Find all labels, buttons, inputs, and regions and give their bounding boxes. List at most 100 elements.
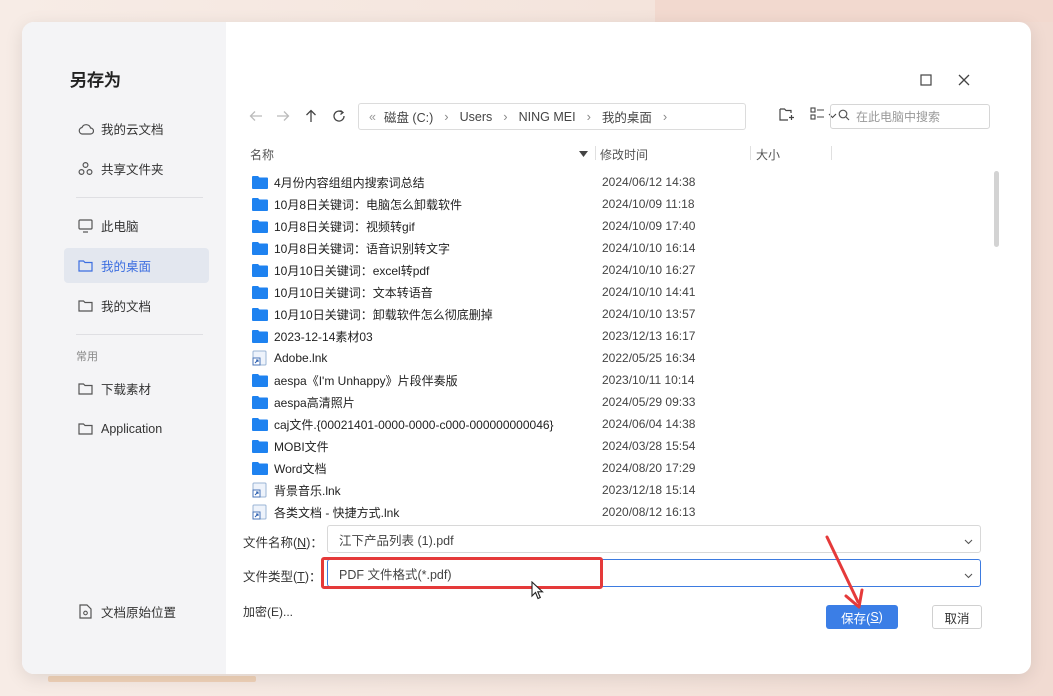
cancel-button[interactable]: 取消: [932, 605, 982, 629]
sidebar-item-application[interactable]: Application: [64, 411, 209, 446]
file-name: aespa高清照片: [274, 395, 355, 410]
main-panel: « 磁盘 (C:) › Users › NING MEI › 我的桌面 › 在此…: [226, 22, 1031, 674]
folder-icon: [252, 438, 270, 454]
file-modified-date: 2023/12/18 15:14: [602, 483, 696, 497]
scrollbar-thumb[interactable]: [994, 171, 999, 247]
chevron-right-icon: ›: [586, 109, 591, 124]
computer-icon: [77, 217, 94, 234]
file-row[interactable]: aespa高清照片 2024/05/29 09:33: [246, 391, 994, 413]
file-name: 4月份内容组组内搜索词总结: [274, 175, 425, 190]
sidebar-item-my-documents[interactable]: 我的文档: [64, 288, 209, 323]
file-row[interactable]: 10月10日关键词：文本转语音 2024/10/10 14:41: [246, 281, 994, 303]
chevron-right-icon[interactable]: ›: [663, 109, 667, 124]
up-arrow-icon[interactable]: [302, 107, 320, 125]
sidebar-divider: [76, 197, 203, 198]
file-row[interactable]: Adobe.lnk 2022/05/25 16:34: [246, 347, 994, 369]
folder-icon: [252, 394, 270, 410]
file-row[interactable]: 2023-12-14素材03 2023/12/13 16:17: [246, 325, 994, 347]
file-row[interactable]: 10月8日关键词：语音识别转文字 2024/10/10 16:14: [246, 237, 994, 259]
column-header-modified[interactable]: 修改时间: [600, 146, 648, 163]
background-accent: [48, 676, 256, 682]
file-modified-date: 2024/10/10 16:27: [602, 263, 696, 277]
sidebar-item-label: 此电脑: [101, 220, 139, 234]
chevron-down-icon[interactable]: [964, 568, 973, 582]
file-name: 10月8日关键词：视频转gif: [274, 219, 415, 234]
close-button[interactable]: [956, 72, 972, 88]
file-row[interactable]: 10月10日关键词：excel转pdf 2024/10/10 16:27: [246, 259, 994, 281]
column-separator[interactable]: [831, 146, 832, 160]
sidebar-item-this-pc[interactable]: 此电脑: [64, 208, 209, 243]
search-icon: [838, 109, 850, 124]
search-box[interactable]: [830, 104, 990, 129]
file-row[interactable]: 各类文档 - 快捷方式.lnk 2020/08/12 16:13: [246, 501, 994, 521]
folder-icon: [252, 328, 270, 344]
search-input[interactable]: [856, 109, 976, 124]
chevron-down-icon[interactable]: [964, 534, 973, 548]
sidebar-item-download-materials[interactable]: 下载素材: [64, 371, 209, 406]
breadcrumb-item[interactable]: Users: [460, 110, 493, 124]
file-row[interactable]: MOBI文件 2024/03/28 15:54: [246, 435, 994, 457]
save-as-dialog: 另存为 我的云文档 共享文件夹 此电脑 我的桌面 我的文档 常用 下载素材 Ap…: [22, 22, 1031, 674]
sort-down-icon[interactable]: [579, 146, 588, 160]
sidebar-item-shared-folder[interactable]: 共享文件夹: [64, 151, 209, 186]
sidebar: 另存为 我的云文档 共享文件夹 此电脑 我的桌面 我的文档 常用 下载素材 Ap…: [22, 22, 226, 674]
file-modified-date: 2024/10/10 13:57: [602, 307, 696, 321]
list-view-icon: [810, 107, 825, 123]
file-row[interactable]: aespa《I'm Unhappy》片段伴奏版 2023/10/11 10:14: [246, 369, 994, 391]
dialog-title: 另存为: [70, 71, 121, 90]
file-row[interactable]: 10月8日关键词：视频转gif 2024/10/09 17:40: [246, 215, 994, 237]
file-name: 10月10日关键词：文本转语音: [274, 285, 433, 300]
sidebar-item-label: 我的云文档: [101, 123, 164, 137]
file-name: caj文件.{00021401-0000-0000-c000-000000000…: [274, 417, 554, 432]
sidebar-item-my-desktop[interactable]: 我的桌面: [64, 248, 209, 283]
file-row[interactable]: caj文件.{00021401-0000-0000-c000-000000000…: [246, 413, 994, 435]
filename-field[interactable]: 江下产品列表 (1).pdf: [327, 525, 981, 553]
breadcrumb-item[interactable]: 我的桌面: [602, 107, 652, 126]
new-folder-icon: [779, 107, 795, 124]
file-modified-date: 2024/03/28 15:54: [602, 439, 696, 453]
new-folder-button[interactable]: [779, 107, 795, 124]
sidebar-item-cloud-docs[interactable]: 我的云文档: [64, 111, 209, 146]
folder-icon: [77, 380, 94, 397]
file-modified-date: 2024/10/10 14:41: [602, 285, 696, 299]
breadcrumb-item[interactable]: 磁盘 (C:): [384, 107, 433, 126]
scrollbar[interactable]: [994, 171, 1000, 521]
file-modified-date: 2024/08/20 17:29: [602, 461, 696, 475]
share-folder-icon: [77, 160, 94, 177]
chevron-right-icon: ›: [503, 109, 508, 124]
file-row[interactable]: 10月8日关键词：电脑怎么卸载软件 2024/10/09 11:18: [246, 193, 994, 215]
document-location-icon: [77, 603, 94, 620]
folder-icon: [252, 218, 270, 234]
file-modified-date: 2024/06/12 14:38: [602, 175, 696, 189]
file-row[interactable]: 4月份内容组组内搜索词总结 2024/06/12 14:38: [246, 171, 994, 193]
annotation-highlight-box: [321, 557, 603, 589]
file-modified-date: 2024/10/09 11:18: [602, 197, 695, 211]
folder-icon: [252, 196, 270, 212]
column-separator[interactable]: [595, 146, 596, 160]
file-modified-date: 2024/06/04 14:38: [602, 417, 696, 431]
chevron-right-icon: ›: [444, 109, 449, 124]
breadcrumb-item[interactable]: NING MEI: [519, 110, 576, 124]
address-bar[interactable]: « 磁盘 (C:) › Users › NING MEI › 我的桌面 ›: [358, 103, 746, 130]
encrypt-link[interactable]: 加密(E)...: [243, 603, 293, 620]
file-name: aespa《I'm Unhappy》片段伴奏版: [274, 373, 458, 388]
shortcut-icon: [252, 482, 270, 498]
maximize-button[interactable]: [918, 72, 934, 88]
forward-arrow-icon[interactable]: [274, 107, 292, 125]
section-label-common: 常用: [76, 351, 98, 363]
back-arrow-icon[interactable]: [247, 107, 265, 125]
chevron-left-double-icon[interactable]: «: [369, 110, 376, 124]
file-row[interactable]: 背景音乐.lnk 2023/12/18 15:14: [246, 479, 994, 501]
filename-value[interactable]: 江下产品列表 (1).pdf: [339, 530, 454, 549]
file-row[interactable]: Word文档 2024/08/20 17:29: [246, 457, 994, 479]
sidebar-item-label: 我的文档: [101, 300, 152, 314]
file-row[interactable]: 10月10日关键词：卸载软件怎么彻底删掉 2024/10/10 13:57: [246, 303, 994, 325]
column-header-name[interactable]: 名称: [250, 146, 274, 163]
refresh-icon[interactable]: [330, 107, 348, 125]
mouse-cursor-icon: [531, 581, 544, 600]
column-header-size[interactable]: 大小: [756, 146, 780, 163]
background-accent: [655, 0, 1053, 22]
column-separator[interactable]: [750, 146, 751, 160]
sidebar-item-original-location[interactable]: 文档原始位置: [64, 594, 209, 629]
folder-icon: [252, 306, 270, 322]
